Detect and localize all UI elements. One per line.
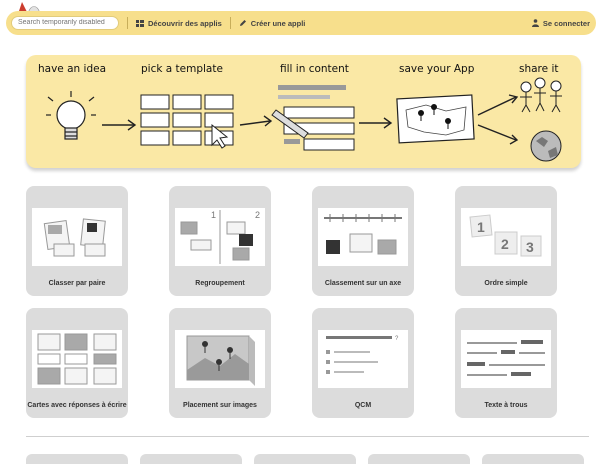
form-icon [271, 85, 355, 151]
svg-text:2: 2 [501, 236, 509, 252]
hero-banner: have an idea pick a template fill in con… [26, 55, 581, 168]
template-card-written-cards[interactable]: Cartes avec réponses à écrire [26, 308, 128, 418]
lightbulb-icon [46, 91, 96, 140]
template-card-stub[interactable] [368, 454, 470, 464]
nav-divider [127, 17, 128, 29]
login-label: Se connecter [542, 18, 590, 28]
discover-apps-link[interactable]: Découvrir des applis [136, 19, 222, 28]
svg-text:?: ? [395, 336, 399, 342]
template-card-title: Cartes avec réponses à écrire [27, 402, 127, 409]
section-divider [26, 436, 589, 437]
template-card-stub[interactable] [26, 454, 128, 464]
template-card-order[interactable]: 1 2 3 Ordre simple [455, 186, 557, 296]
template-card-title: Texte à trous [484, 402, 528, 409]
template-card-stub[interactable] [254, 454, 356, 464]
image-pins-icon [175, 330, 265, 388]
svg-text:1: 1 [477, 219, 485, 235]
quiz-icon: ? [318, 330, 408, 388]
search-input[interactable] [11, 16, 119, 30]
people-icon [520, 77, 562, 113]
template-card-grouping[interactable]: 1 2 Regroupement [169, 186, 271, 296]
template-card-pairs[interactable]: Classer par paire [26, 186, 128, 296]
arrow-share-icon [477, 94, 519, 145]
template-card-image-placement[interactable]: Placement sur images [169, 308, 271, 418]
template-card-axis[interactable]: Classement sur un axe [312, 186, 414, 296]
top-navbar: Découvrir des applis Créer une appli Se … [6, 11, 596, 35]
pencil-icon [239, 20, 246, 26]
template-card-stub[interactable] [482, 454, 584, 464]
template-card-stub[interactable] [140, 454, 242, 464]
arrow-right-icon [239, 115, 273, 127]
svg-text:3: 3 [526, 239, 534, 255]
template-card-title: QCM [354, 402, 372, 409]
discover-apps-label: Découvrir des applis [148, 18, 222, 28]
pairs-icon [32, 208, 122, 266]
template-card-title: Regroupement [195, 280, 245, 287]
template-card-title: Classement sur un axe [324, 280, 402, 287]
cards-icon [32, 330, 122, 388]
template-card-quiz[interactable]: ? QCM [312, 308, 414, 418]
ordering-icon: 1 2 3 [461, 208, 551, 266]
gap-text-icon [461, 330, 551, 388]
hero-illustration [46, 77, 562, 162]
template-card-title: Classer par paire [48, 280, 106, 287]
grouping-icon: 1 2 [175, 208, 265, 266]
login-link[interactable]: Se connecter [531, 18, 590, 28]
arrow-right-icon [102, 119, 137, 131]
template-card-title: Ordre simple [484, 280, 528, 287]
template-card-title: Placement sur images [183, 402, 257, 409]
globe-icon [530, 130, 562, 162]
grid-icon [136, 19, 144, 27]
user-icon [531, 19, 539, 27]
map-icon [396, 94, 475, 144]
arrow-right-icon [359, 117, 393, 129]
create-app-label: Créer une appli [250, 18, 306, 28]
timeline-icon [318, 208, 408, 266]
nav-divider [229, 17, 231, 29]
svg-text:2: 2 [255, 210, 260, 220]
create-app-link[interactable]: Créer une appli [239, 18, 306, 28]
svg-text:1: 1 [211, 210, 216, 220]
template-card-gap-text[interactable]: Texte à trous [455, 308, 557, 418]
